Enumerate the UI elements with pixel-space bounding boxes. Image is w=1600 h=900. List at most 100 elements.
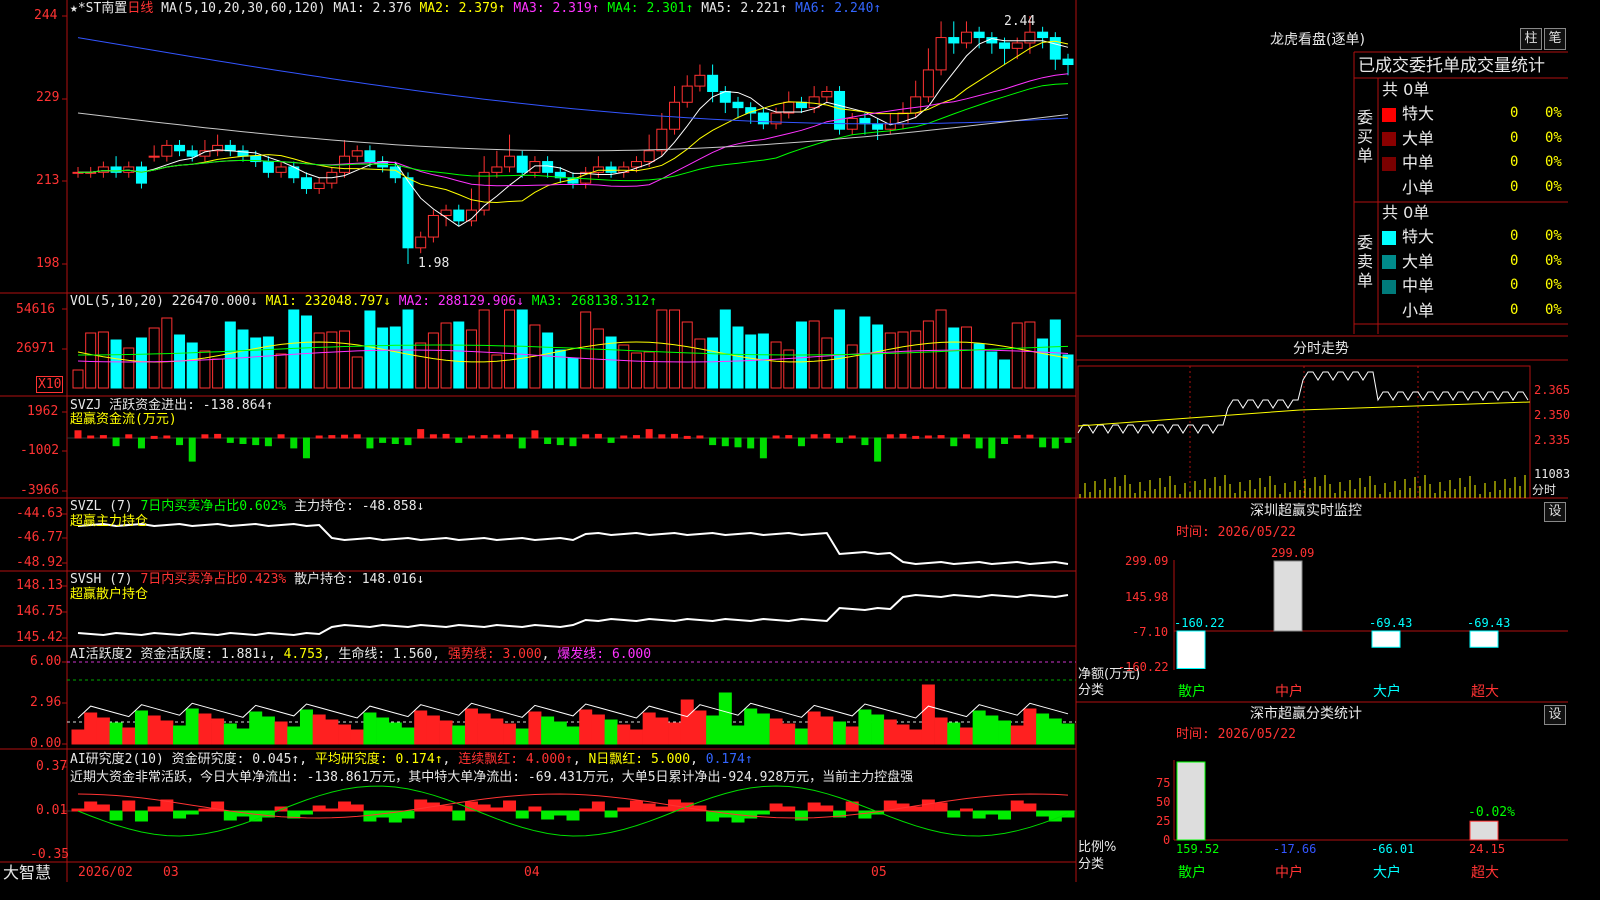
stroke-button[interactable]: 笔 — [1544, 28, 1566, 50]
row-percent: 0% — [1545, 178, 1562, 195]
svzj-bar-in — [620, 435, 628, 439]
vol-bar-up — [326, 331, 338, 389]
vol-bar-up — [491, 354, 503, 389]
svzl-axis-0: -44.63 — [16, 506, 63, 521]
market-chart: -160.22299.09-69.43 -69.43散户 中户 大户 超大159.52-… — [0, 0, 1568, 882]
column-button[interactable]: 柱 — [1520, 28, 1542, 50]
vol-bar-up — [478, 309, 490, 389]
vol-bar-down — [948, 327, 960, 389]
svzj-bar-out — [239, 437, 247, 444]
vol-bar-down — [745, 334, 757, 389]
sell-row-1: 大单 — [1382, 252, 1434, 271]
sz-class-cat-3: 超大 — [1471, 865, 1499, 881]
svzj-bar-out — [569, 437, 577, 447]
vol-bar-down — [516, 309, 528, 389]
period-label[interactable]: 日线 — [127, 1, 153, 16]
svzj-bar-in — [658, 434, 666, 439]
svzj-bar-out — [137, 437, 145, 449]
candle-down — [364, 150, 376, 163]
svzj-bar-out — [759, 437, 767, 459]
candle-up — [643, 150, 655, 163]
ma2-value: MA2: 2.379↑ — [419, 1, 506, 16]
candle-down — [1062, 58, 1074, 66]
svzj-bar-in — [683, 435, 691, 439]
ai-research-bar-up — [350, 804, 364, 812]
vol-bar-down — [859, 316, 871, 389]
svzj-bar-in — [417, 429, 425, 439]
sz-class-axis-1: 50 — [1156, 795, 1171, 809]
sz-class-settings-button[interactable]: 设 — [1544, 705, 1566, 725]
ai-research-axis-2: -0.35 — [30, 847, 70, 862]
sz-monitor-ylabel: 净额(万元) — [1078, 667, 1141, 682]
svzj-bar-out — [391, 437, 399, 444]
brand-label[interactable]: 大智慧 — [3, 864, 51, 882]
ai-research-bar-down — [998, 810, 1012, 820]
ai-active-bar-down — [718, 692, 732, 745]
candle-down — [872, 123, 884, 130]
sz-monitor-value-2: -69.43 — [1369, 616, 1412, 630]
ai-research-bar-down — [604, 810, 618, 818]
ai-research-axis-1: 0.01 — [36, 803, 68, 818]
svsh-label: SVSH (7) — [70, 572, 133, 587]
candle-down — [300, 177, 312, 190]
ai-research-bar-up — [642, 803, 656, 812]
intraday-title[interactable]: 分时走势 — [1293, 342, 1349, 357]
svzj-bar-out — [734, 437, 742, 448]
vol-value: 226470.000↓ — [171, 294, 258, 309]
row-name: 大单 — [1402, 128, 1435, 148]
svzj-bar-in — [99, 435, 107, 439]
legend-swatch — [1382, 279, 1396, 294]
ai-active-bar-down — [756, 713, 770, 745]
ai-research-v3: 连续飘红: 4.000↑ — [458, 752, 573, 767]
vol-bar-down — [402, 309, 414, 389]
vol-unit[interactable]: X10 — [36, 376, 64, 393]
ai-active-bar-down — [858, 709, 872, 745]
sz-monitor-value-0: -160.22 — [1174, 616, 1225, 630]
ai-active-v2: 4.753 — [283, 647, 323, 662]
svsh-line — [77, 593, 1069, 637]
svzj-bar-out — [1001, 437, 1009, 444]
price-axis-3: 198 — [36, 256, 60, 271]
ai-research-bar-up — [769, 803, 783, 812]
row-volume: 0 — [1510, 105, 1519, 121]
svzj-bar-out — [975, 437, 983, 449]
svzj-bar-in — [696, 435, 704, 439]
sz-class-note: -0.02% — [1468, 805, 1515, 820]
ai-active-bar-up — [579, 709, 593, 745]
ai-active-bar-up — [490, 718, 504, 745]
sz-monitor-cat-3: 超大 — [1471, 684, 1499, 700]
ai-research-label: AI研究度2(10) — [70, 752, 164, 767]
vol-bar-up — [199, 350, 211, 389]
ai-active-bar-down — [515, 728, 529, 745]
buy-total: 共 0单 — [1382, 80, 1430, 99]
date-label-1: 03 — [163, 865, 179, 880]
candle-down — [605, 166, 617, 173]
candle-up — [504, 155, 516, 168]
stock-name[interactable]: ★*ST南置 — [70, 1, 127, 16]
ai-active-bar-up — [883, 719, 897, 745]
vol-bar-down — [389, 326, 401, 389]
ai-active-bar-up — [807, 711, 821, 745]
sz-monitor-axis-1: 145.98 — [1125, 590, 1169, 604]
vol-bar-up — [212, 358, 224, 389]
row-volume: 0 — [1510, 154, 1519, 170]
svzj-bar-in — [150, 435, 158, 439]
svzj-value: 活跃资金进出: -138.864↑ — [109, 398, 274, 413]
sz-class-cat-0: 散户 — [1178, 864, 1206, 881]
row-percent: 0% — [1545, 277, 1562, 293]
sell-row-0: 特大 — [1382, 227, 1434, 246]
vol-bar-up — [351, 356, 363, 389]
sz-monitor-settings-button[interactable]: 设 — [1544, 502, 1566, 522]
svzj-bar-out — [607, 437, 615, 443]
candle-down — [999, 42, 1011, 49]
ai-active-bar-up — [629, 729, 643, 745]
ai-research-bar-down — [744, 810, 758, 819]
vol-bar-down — [999, 359, 1011, 389]
ai-active-bar-up — [338, 724, 352, 745]
row-percent: 0% — [1545, 129, 1562, 146]
ai-research-axis-0: 0.37 — [36, 759, 68, 774]
vol-bar-up — [85, 332, 97, 389]
ai-active-bar-down — [452, 725, 466, 745]
candle-down — [707, 74, 719, 92]
vol-bar-down — [300, 315, 312, 389]
